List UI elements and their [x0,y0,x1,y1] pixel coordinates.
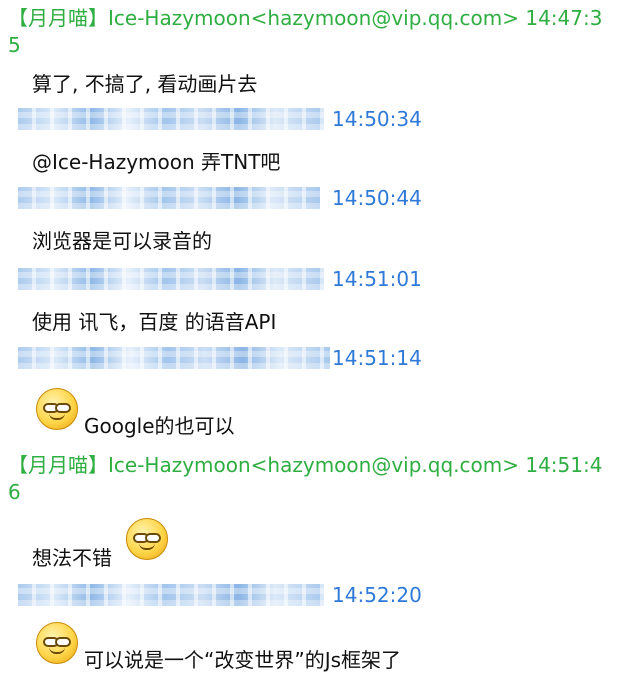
message-text: 算了, 不搞了, 看动画片去 [32,72,258,96]
redacted-sender [18,584,324,606]
redacted-sender [18,187,320,209]
redacted-sender [18,347,330,369]
sender-header-wrap: 5 [8,33,21,57]
timestamp: 14:51:01 [332,267,422,291]
grin-emoji-icon [36,622,78,664]
grin-emoji-icon [36,388,78,430]
sender-header: 【月月喵】Ice-Hazymoon<hazymoon@vip.qq.com> 1… [8,6,603,30]
timestamp: 14:50:44 [332,186,422,210]
timestamp: 14:52:20 [332,583,422,607]
message-text: 使用 讯飞，百度 的语音API [32,310,277,334]
grin-emoji-icon [126,518,168,560]
timestamp: 14:50:34 [332,107,422,131]
timestamp: 14:51:14 [332,346,422,370]
redacted-sender [18,108,324,130]
sender-header-wrap: 6 [8,480,21,504]
redacted-sender [18,268,324,290]
message-text: @Ice-Hazymoon 弄TNT吧 [32,150,281,174]
message-text: 想法不错 [32,546,112,570]
message-text: Google的也可以 [84,414,235,438]
message-text: 可以说是一个“改变世界”的Js框架了 [84,648,402,672]
sender-header: 【月月喵】Ice-Hazymoon<hazymoon@vip.qq.com> 1… [8,453,603,477]
message-text: 浏览器是可以录音的 [32,229,212,253]
